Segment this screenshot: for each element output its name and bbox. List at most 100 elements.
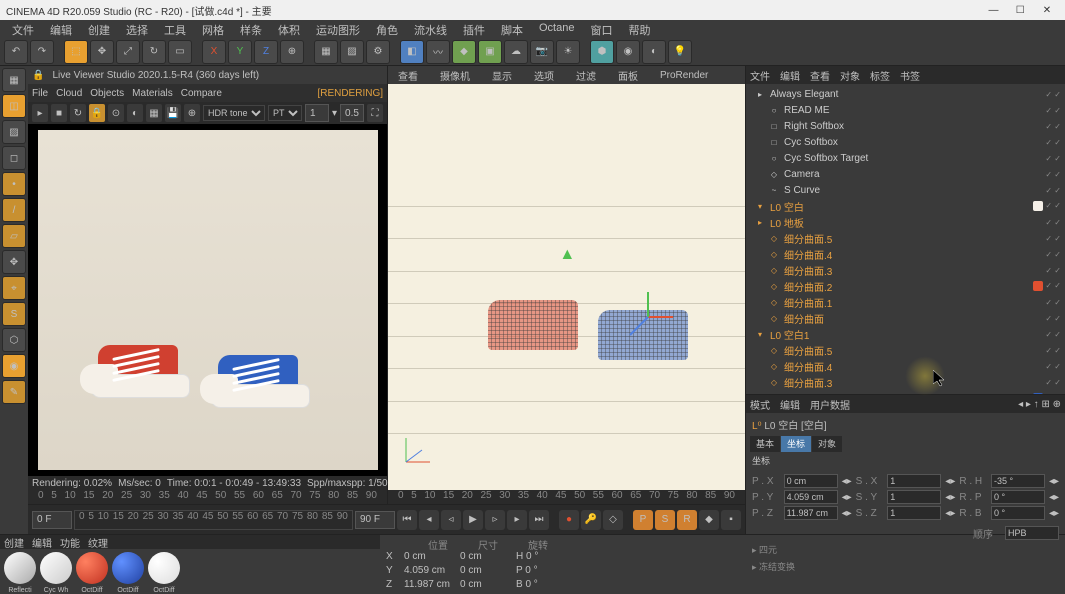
object-row[interactable]: ◇细分曲面.5✓ ✓: [750, 342, 1061, 358]
om-tab-书签[interactable]: 书签: [900, 68, 920, 83]
am-tab-编辑[interactable]: 编辑: [780, 397, 800, 412]
object-row[interactable]: ▸Always Elegant✓ ✓: [750, 86, 1061, 102]
autokey-button[interactable]: 🔑: [581, 510, 601, 530]
add-light-button[interactable]: ☀: [556, 40, 580, 64]
object-row[interactable]: □Right Softbox✓ ✓: [750, 118, 1061, 134]
snap-button[interactable]: ⌖: [2, 276, 26, 300]
menu-窗口[interactable]: 窗口: [582, 20, 620, 38]
quantize-button[interactable]: ⬡: [2, 328, 26, 352]
add-generator-button[interactable]: ◆: [452, 40, 476, 64]
rp-picker-icon[interactable]: ⊕: [184, 104, 200, 122]
next-key-button[interactable]: ▸: [507, 510, 527, 530]
scale-key-button[interactable]: S: [655, 510, 675, 530]
om-tab-标签[interactable]: 标签: [870, 68, 890, 83]
rp-save-icon[interactable]: 💾: [165, 104, 181, 122]
coord-input[interactable]: [991, 490, 1045, 504]
object-row[interactable]: □Cyc Softbox✓ ✓: [750, 134, 1061, 150]
coord-input[interactable]: [784, 474, 838, 488]
next-frame-button[interactable]: ▹: [485, 510, 505, 530]
mm-tab-创建[interactable]: 创建: [4, 535, 24, 550]
z-axis-toggle[interactable]: Z: [254, 40, 278, 64]
menu-选择[interactable]: 选择: [118, 20, 156, 38]
am-tab-用户数据[interactable]: 用户数据: [810, 397, 850, 412]
vp-tab-查看[interactable]: 查看: [392, 68, 424, 83]
attr-tab-coord[interactable]: 坐标: [781, 436, 811, 452]
model-mode-button[interactable]: ◫: [2, 94, 26, 118]
menu-编辑[interactable]: 编辑: [42, 20, 80, 38]
object-row[interactable]: ▾L0 空白1✓ ✓: [750, 326, 1061, 342]
object-row[interactable]: ◇细分曲面.4✓ ✓: [750, 246, 1061, 262]
menu-流水线[interactable]: 流水线: [406, 20, 455, 38]
material-ball[interactable]: OctDiff: [112, 552, 144, 584]
menu-文件[interactable]: 文件: [4, 20, 42, 38]
rp-tab-objects[interactable]: Objects: [90, 88, 124, 99]
coord-input[interactable]: [991, 474, 1045, 488]
coord-input[interactable]: [887, 506, 941, 520]
menu-网格[interactable]: 网格: [194, 20, 232, 38]
rp-lock-icon[interactable]: 🔒: [89, 104, 105, 122]
vp-tab-ProRender[interactable]: ProRender: [654, 70, 714, 81]
rp-refresh-icon[interactable]: ↻: [70, 104, 86, 122]
vp-tab-摄像机[interactable]: 摄像机: [434, 68, 476, 83]
coord-input[interactable]: [991, 506, 1045, 520]
axis-mode-button[interactable]: ✥: [2, 250, 26, 274]
rp-play-icon[interactable]: ▸: [32, 104, 48, 122]
add-field-button[interactable]: ◉: [616, 40, 640, 64]
add-camera-button[interactable]: 📷: [530, 40, 554, 64]
render-settings-button[interactable]: ⚙: [366, 40, 390, 64]
coord-input[interactable]: [784, 490, 838, 504]
prev-frame-button[interactable]: ◃: [441, 510, 461, 530]
add-mograph-button[interactable]: ⬢: [590, 40, 614, 64]
select-tool[interactable]: ⬚: [64, 40, 88, 64]
object-manager[interactable]: ▸Always Elegant✓ ✓○READ ME✓ ✓□Right Soft…: [746, 84, 1065, 394]
coord-input[interactable]: [887, 474, 941, 488]
scale-tool[interactable]: ⤢: [116, 40, 140, 64]
vp-tab-过滤[interactable]: 过滤: [570, 68, 602, 83]
menu-角色[interactable]: 角色: [368, 20, 406, 38]
mm-tab-功能[interactable]: 功能: [60, 535, 80, 550]
object-row[interactable]: ○READ ME✓ ✓: [750, 102, 1061, 118]
texture-mode-button[interactable]: ▨: [2, 120, 26, 144]
object-row[interactable]: ◇细分曲面.3✓ ✓: [750, 262, 1061, 278]
pt-select[interactable]: PT: [268, 105, 302, 121]
object-row[interactable]: ◇细分曲面.5✓ ✓: [750, 230, 1061, 246]
rp-tab-materials[interactable]: Materials: [132, 88, 173, 99]
timeline-end[interactable]: [355, 511, 395, 529]
rp-num2[interactable]: [340, 104, 364, 122]
rp-tab-file[interactable]: File: [32, 88, 48, 99]
move-tool[interactable]: ✥: [90, 40, 114, 64]
coord-input[interactable]: [887, 490, 941, 504]
attr-tab-basic[interactable]: 基本: [750, 436, 780, 452]
object-row[interactable]: ◇细分曲面.1✓ ✓: [750, 294, 1061, 310]
object-row[interactable]: ◇Camera✓ ✓: [750, 166, 1061, 182]
add-deformer-button[interactable]: ▣: [478, 40, 502, 64]
render-region-button[interactable]: ▨: [340, 40, 364, 64]
rotate-tool[interactable]: ↻: [142, 40, 166, 64]
attr-tab-object[interactable]: 对象: [812, 436, 842, 452]
x-axis-toggle[interactable]: X: [202, 40, 226, 64]
undo-button[interactable]: ↶: [4, 40, 28, 64]
make-editable-button[interactable]: ▦: [2, 68, 26, 92]
viewport-canvas[interactable]: ▲: [388, 84, 745, 490]
rp-clay-icon[interactable]: ◐: [127, 104, 143, 122]
timeline-start[interactable]: [32, 511, 72, 529]
vp-tab-显示[interactable]: 显示: [486, 68, 518, 83]
menu-脚本[interactable]: 脚本: [493, 20, 531, 38]
menu-插件[interactable]: 插件: [455, 20, 493, 38]
polygon-mode-button[interactable]: ▱: [2, 224, 26, 248]
object-row[interactable]: ◇细分曲面.2✓ ✓: [750, 278, 1061, 294]
render-view[interactable]: [28, 124, 387, 476]
material-ball[interactable]: OctDiff: [76, 552, 108, 584]
object-row[interactable]: ◇细分曲面.3✓ ✓: [750, 374, 1061, 390]
menu-帮助[interactable]: 帮助: [620, 20, 658, 38]
rp-tab-cloud[interactable]: Cloud: [56, 88, 82, 99]
object-row[interactable]: ○Cyc Softbox Target✓ ✓: [750, 150, 1061, 166]
minimize-button[interactable]: —: [981, 5, 1005, 16]
menu-体积[interactable]: 体积: [270, 20, 308, 38]
rp-focus-icon[interactable]: ⊙: [108, 104, 124, 122]
menu-创建[interactable]: 创建: [80, 20, 118, 38]
add-spline-button[interactable]: 〰: [426, 40, 450, 64]
menu-运动图形[interactable]: 运动图形: [308, 20, 368, 38]
om-tab-查看[interactable]: 查看: [810, 68, 830, 83]
rp-num1[interactable]: [305, 104, 329, 122]
